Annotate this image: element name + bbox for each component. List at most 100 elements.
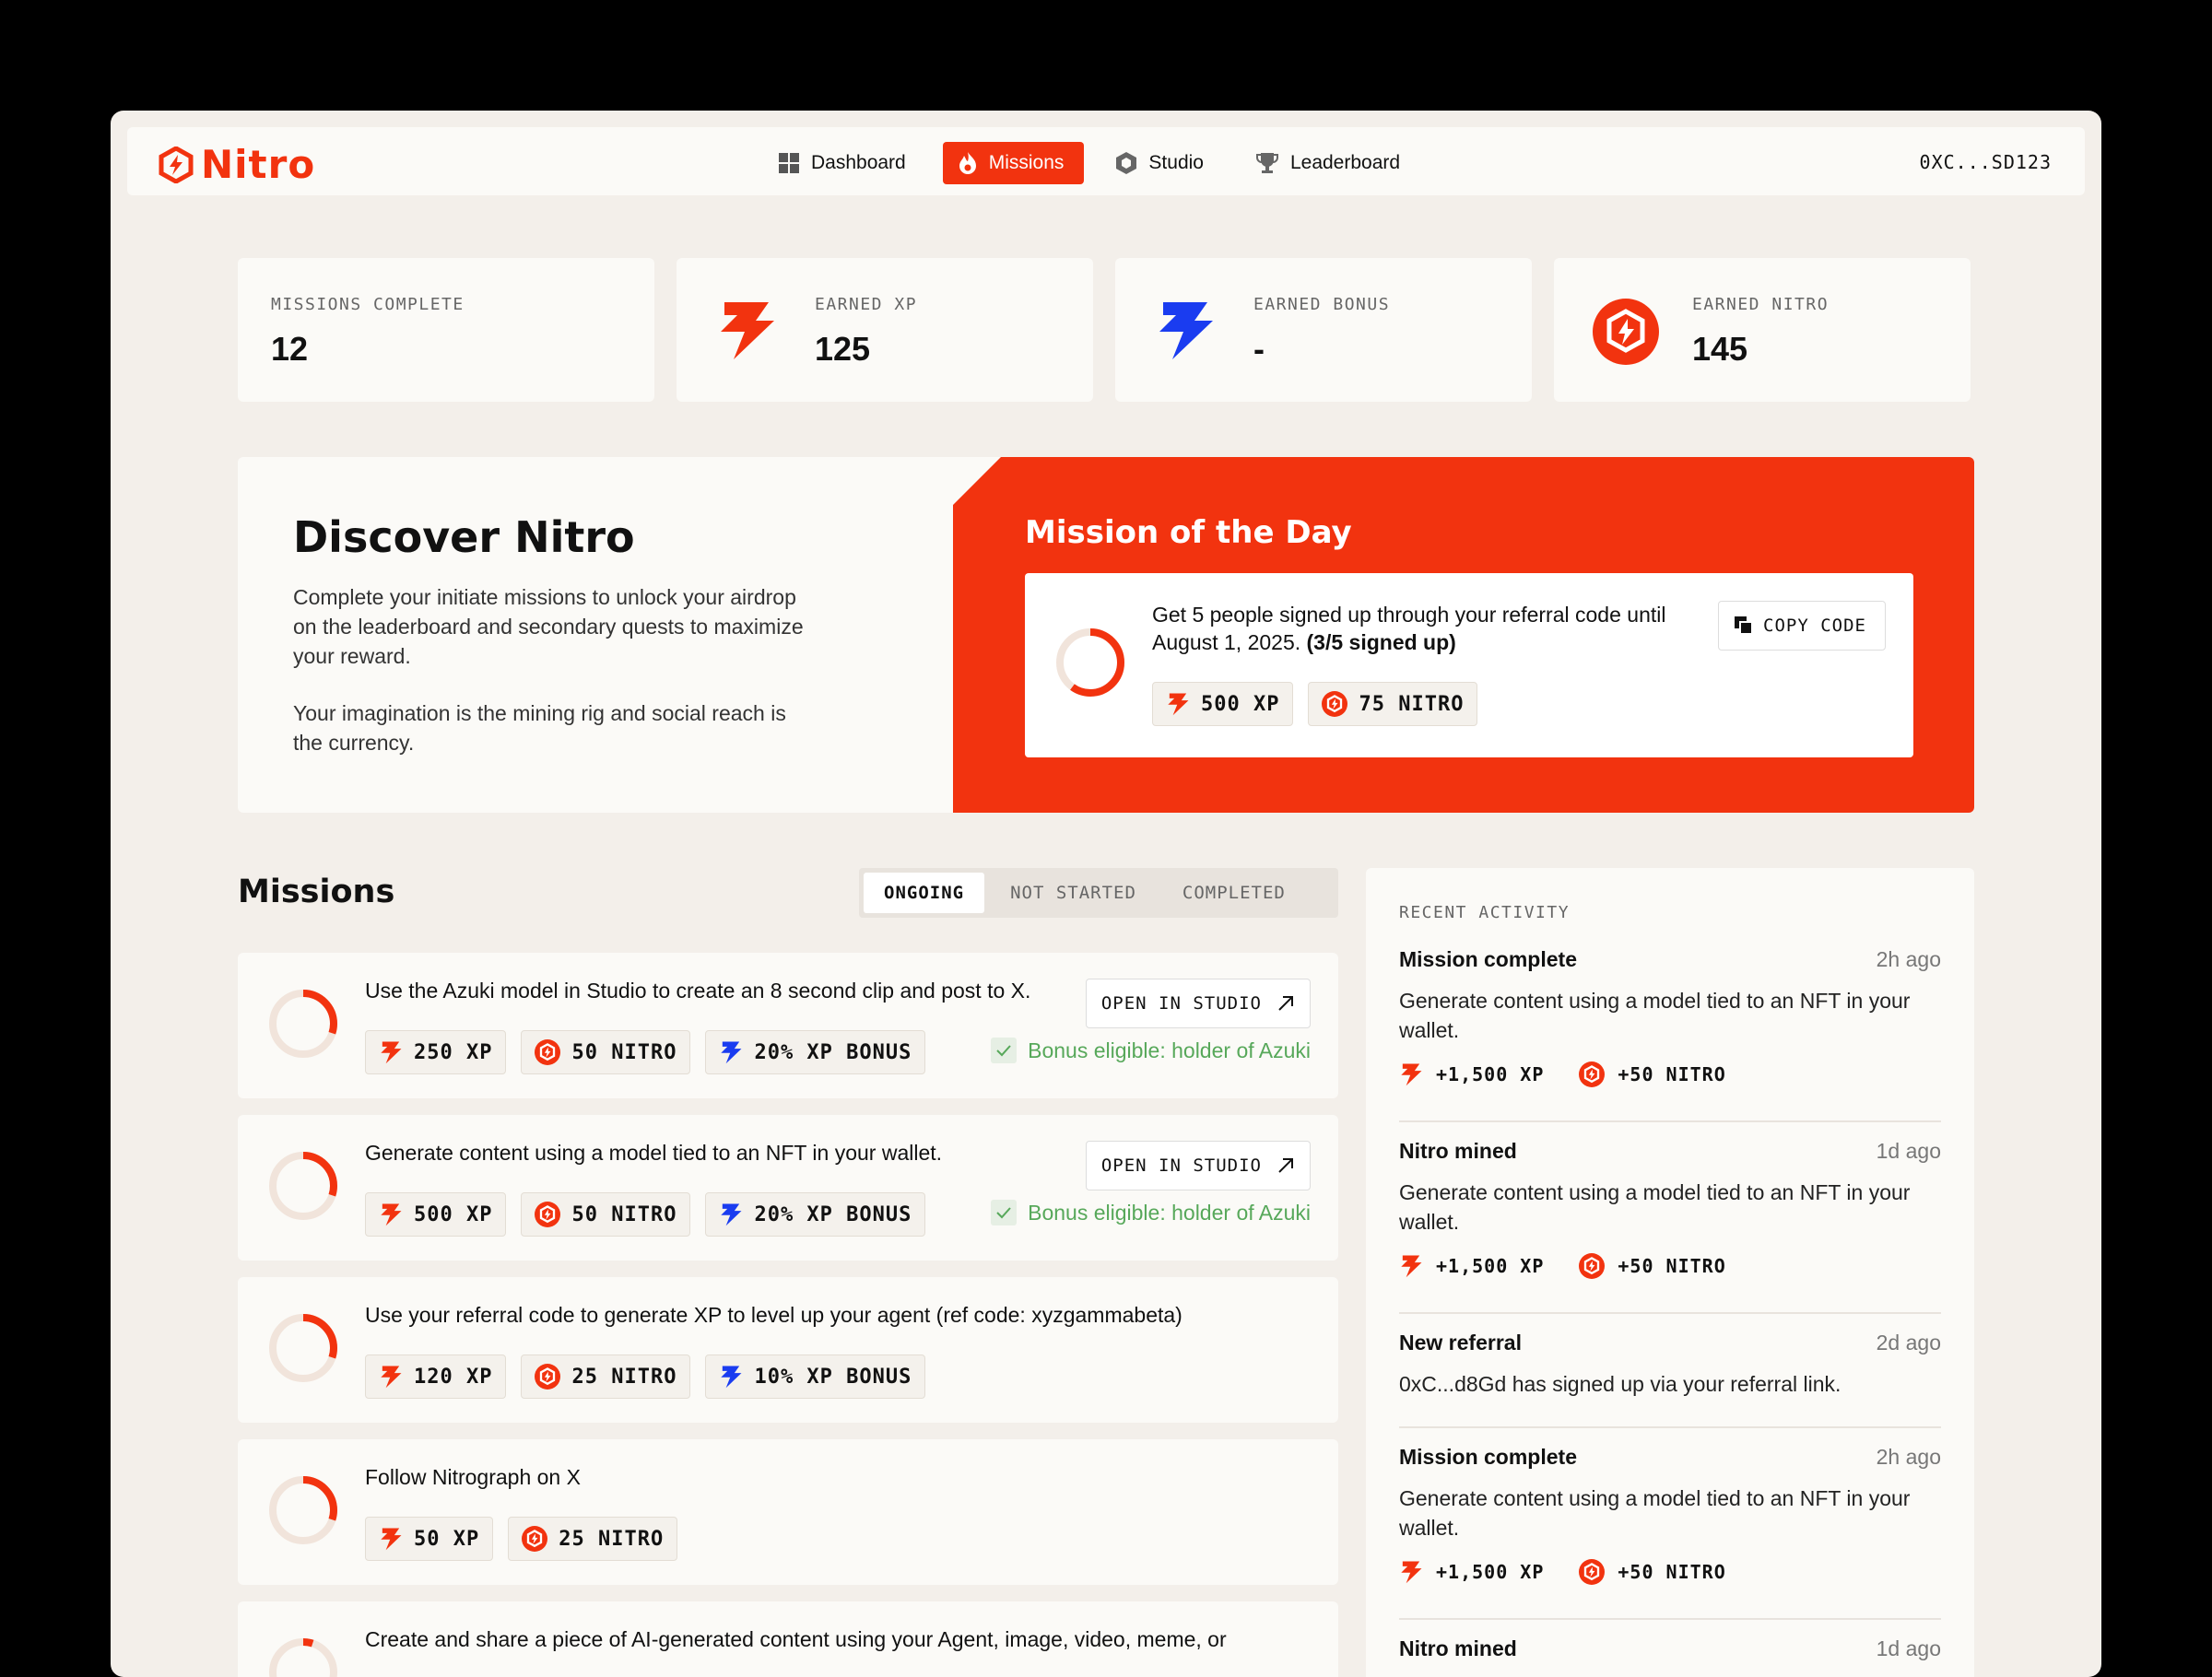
activity-title: Nitro mined	[1399, 1636, 1517, 1660]
nitro-logo[interactable]: Nitro	[159, 142, 315, 187]
bonus-eligible: Bonus eligible: holder of Azuki	[991, 1200, 1311, 1226]
wallet-address[interactable]: 0XC...SD123	[1920, 151, 2052, 173]
bonus-bolt-icon	[721, 1203, 742, 1226]
mission-title: Generate content using a model tied to a…	[365, 1141, 943, 1165]
xp-bolt-icon	[381, 1528, 402, 1551]
nitro-coin-icon	[535, 1364, 561, 1390]
stat-value: -	[1253, 330, 1265, 368]
activity-xp: +1,500 XP	[1436, 1255, 1545, 1277]
activity-time: 2h ago	[1876, 1445, 1941, 1469]
motd-title: Mission of the Day	[1025, 514, 1352, 551]
stat-label: EARNED XP	[815, 295, 918, 314]
arrow-up-right-icon	[1278, 1158, 1293, 1173]
xp-bolt-icon	[721, 302, 774, 359]
activity-item: Nitro mined 1d ago	[1399, 1636, 1941, 1677]
nitro-value: 50 NITRO	[571, 1202, 677, 1226]
eligible-text: Bonus eligible: holder of Azuki	[1028, 1038, 1311, 1062]
missions-title: Missions	[238, 874, 395, 910]
check-icon	[991, 1038, 1018, 1063]
xp-bolt-icon	[381, 1041, 402, 1064]
discover-panel: Discover Nitro Complete your initiate mi…	[238, 457, 1974, 813]
activity-title: Nitro mined	[1399, 1139, 1517, 1163]
stat-value: 145	[1692, 330, 1748, 368]
xp-bolt-icon	[1401, 1063, 1422, 1086]
tab-not-started[interactable]: NOT STARTED	[990, 873, 1157, 913]
nitro-value: 25 NITRO	[559, 1527, 665, 1551]
activity-description: Generate content using a model tied to a…	[1399, 989, 1911, 1042]
nitro-coin-icon	[535, 1039, 561, 1065]
mission-title: Use your referral code to generate XP to…	[365, 1303, 1182, 1327]
stat-earned-nitro: EARNED NITRO 145	[1554, 258, 1971, 402]
activity-description: Generate content using a model tied to a…	[1399, 1180, 1911, 1234]
copy-code-button[interactable]: COPY CODE	[1718, 601, 1886, 651]
tab-ongoing[interactable]: ONGOING	[864, 873, 985, 913]
activity-description: 0xC...d8Gd has signed up via your referr…	[1399, 1372, 1841, 1396]
copy-code-label: COPY CODE	[1763, 616, 1866, 636]
top-nav: Nitro Dashboard Missions Studio Leaderbo…	[127, 127, 2085, 195]
xp-badge: 500 XP	[365, 1192, 507, 1237]
xp-value: 250 XP	[414, 1040, 493, 1064]
activity-time: 2d ago	[1876, 1331, 1941, 1354]
nav-studio[interactable]: Studio	[1100, 142, 1224, 184]
activity-rewards: +1,500 XP +50 NITRO	[1399, 1253, 1726, 1279]
bonus-bolt-icon	[1159, 302, 1213, 359]
stat-value: 125	[815, 330, 871, 368]
stat-label: EARNED BONUS	[1253, 295, 1391, 314]
mission-card[interactable]: Use the Azuki model in Studio to create …	[238, 953, 1338, 1098]
motd-description: Get 5 people signed up through your refe…	[1152, 601, 1668, 656]
activity-xp: +1,500 XP	[1436, 1063, 1545, 1085]
mission-card[interactable]: Follow Nitrograph on X 50 XP 25 NITRO	[238, 1439, 1338, 1585]
activity-title: Mission complete	[1399, 947, 1577, 971]
bonus-value: 20% XP BONUS	[754, 1040, 912, 1064]
stat-label: EARNED NITRO	[1692, 295, 1830, 314]
open-in-studio-button[interactable]: OPEN IN STUDIO	[1085, 979, 1311, 1028]
nitro-badge: 25 NITRO	[521, 1354, 691, 1399]
mission-card[interactable]: Use your referral code to generate XP to…	[238, 1277, 1338, 1423]
xp-bolt-icon	[381, 1366, 402, 1389]
discover-paragraph-2: Your imagination is the mining rig and s…	[293, 701, 786, 755]
bonus-bolt-icon	[721, 1041, 742, 1064]
open-in-studio-label: OPEN IN STUDIO	[1100, 993, 1262, 1014]
nitro-coin-icon	[535, 1202, 561, 1227]
mission-progress-ring	[269, 1638, 337, 1677]
activity-nitro: +50 NITRO	[1618, 1561, 1726, 1583]
nitro-badge: 50 NITRO	[521, 1192, 691, 1237]
activity-item: Mission complete 2h ago Generate content…	[1399, 1445, 1941, 1620]
bonus-value: 20% XP BONUS	[754, 1202, 912, 1226]
open-in-studio-button[interactable]: OPEN IN STUDIO	[1085, 1141, 1311, 1190]
bonus-badge: 10% XP BONUS	[705, 1354, 926, 1399]
activity-title: New referral	[1399, 1331, 1522, 1354]
activity-xp: +1,500 XP	[1436, 1561, 1545, 1583]
nitro-logo-icon	[159, 146, 194, 183]
nav-leaderboard-label: Leaderboard	[1289, 152, 1401, 173]
flame-icon	[959, 152, 976, 174]
grid-icon	[779, 153, 799, 173]
activity-time: 1d ago	[1876, 1636, 1941, 1660]
nav-dashboard[interactable]: Dashboard	[763, 142, 926, 184]
open-in-studio-label: OPEN IN STUDIO	[1100, 1155, 1262, 1176]
nav-missions[interactable]: Missions	[942, 142, 1085, 184]
mission-card[interactable]: Generate content using a model tied to a…	[238, 1115, 1338, 1261]
stat-label: MISSIONS COMPLETE	[271, 295, 465, 314]
mission-title: Create and share a piece of AI-generated…	[365, 1627, 1227, 1651]
activity-nitro: +50 NITRO	[1618, 1255, 1726, 1277]
stat-value: 12	[271, 330, 309, 368]
xp-badge: 500 XP	[1152, 682, 1294, 726]
stat-earned-bonus: EARNED BONUS -	[1115, 258, 1532, 402]
tab-completed[interactable]: COMPLETED	[1162, 873, 1306, 913]
mission-of-the-day: Mission of the Day Get 5 people signed u…	[953, 457, 1974, 813]
app-window: Nitro Dashboard Missions Studio Leaderbo…	[111, 111, 2101, 1677]
motd-progress-text: (3/5 signed up)	[1306, 630, 1456, 654]
discover-title: Discover Nitro	[293, 512, 635, 562]
nitro-badge: 50 NITRO	[521, 1030, 691, 1074]
activity-rewards: +1,500 XP +50 NITRO	[1399, 1559, 1726, 1585]
mission-card[interactable]: Create and share a piece of AI-generated…	[238, 1601, 1338, 1677]
motd-card: Get 5 people signed up through your refe…	[1025, 573, 1913, 757]
nitro-value: 25 NITRO	[571, 1365, 677, 1389]
nav-studio-label: Studio	[1148, 152, 1204, 173]
activity-nitro: +50 NITRO	[1618, 1063, 1726, 1085]
mission-progress-ring	[269, 990, 337, 1058]
eligible-text: Bonus eligible: holder of Azuki	[1028, 1200, 1311, 1225]
mission-progress-ring	[269, 1314, 337, 1382]
nav-leaderboard[interactable]: Leaderboard	[1241, 142, 1420, 184]
